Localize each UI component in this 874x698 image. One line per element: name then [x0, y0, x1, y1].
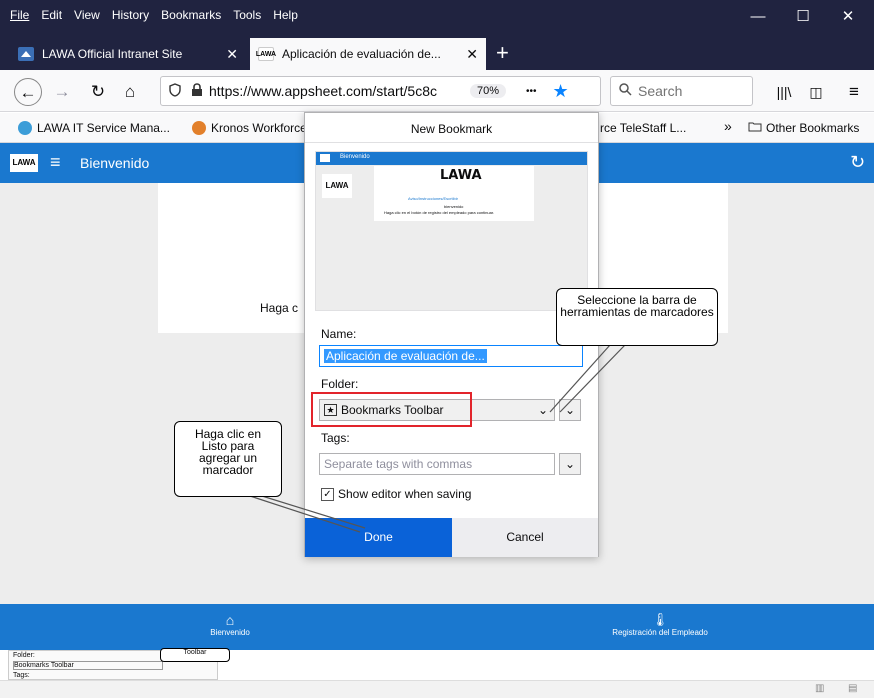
done-hint-callout: Haga clic en Listo para agregar un marca… — [174, 421, 282, 497]
folder-hint-callout: Seleccione la barra de herramientas de m… — [556, 288, 718, 346]
callout-pointers — [249, 344, 626, 533]
